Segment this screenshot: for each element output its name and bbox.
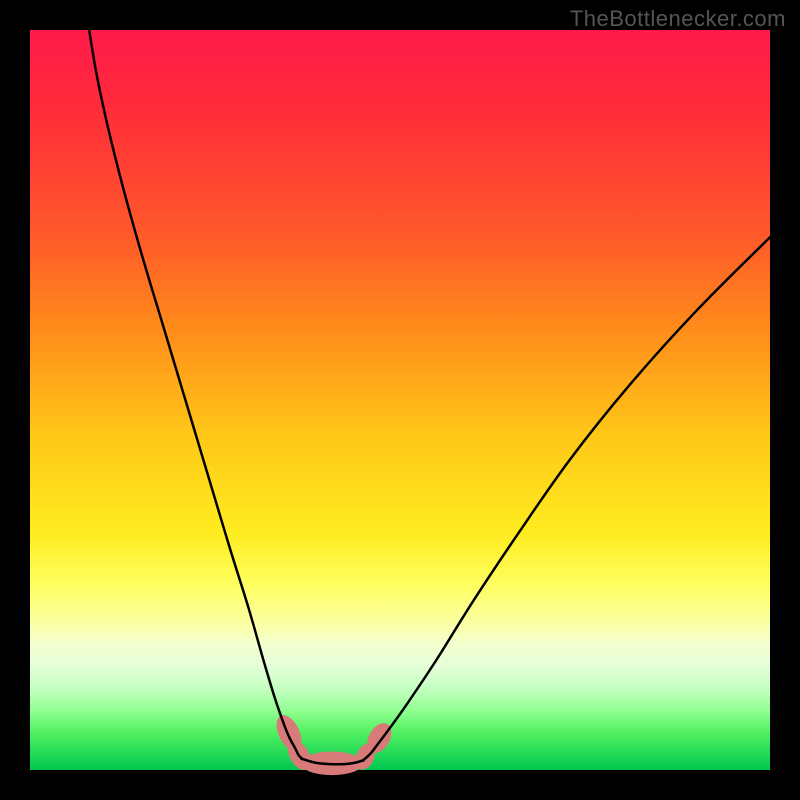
watermark-text: TheBottlenecker.com	[570, 6, 786, 32]
chart-container: TheBottlenecker.com	[0, 0, 800, 800]
bottleneck-chart	[0, 0, 800, 800]
plot-background	[30, 30, 770, 770]
